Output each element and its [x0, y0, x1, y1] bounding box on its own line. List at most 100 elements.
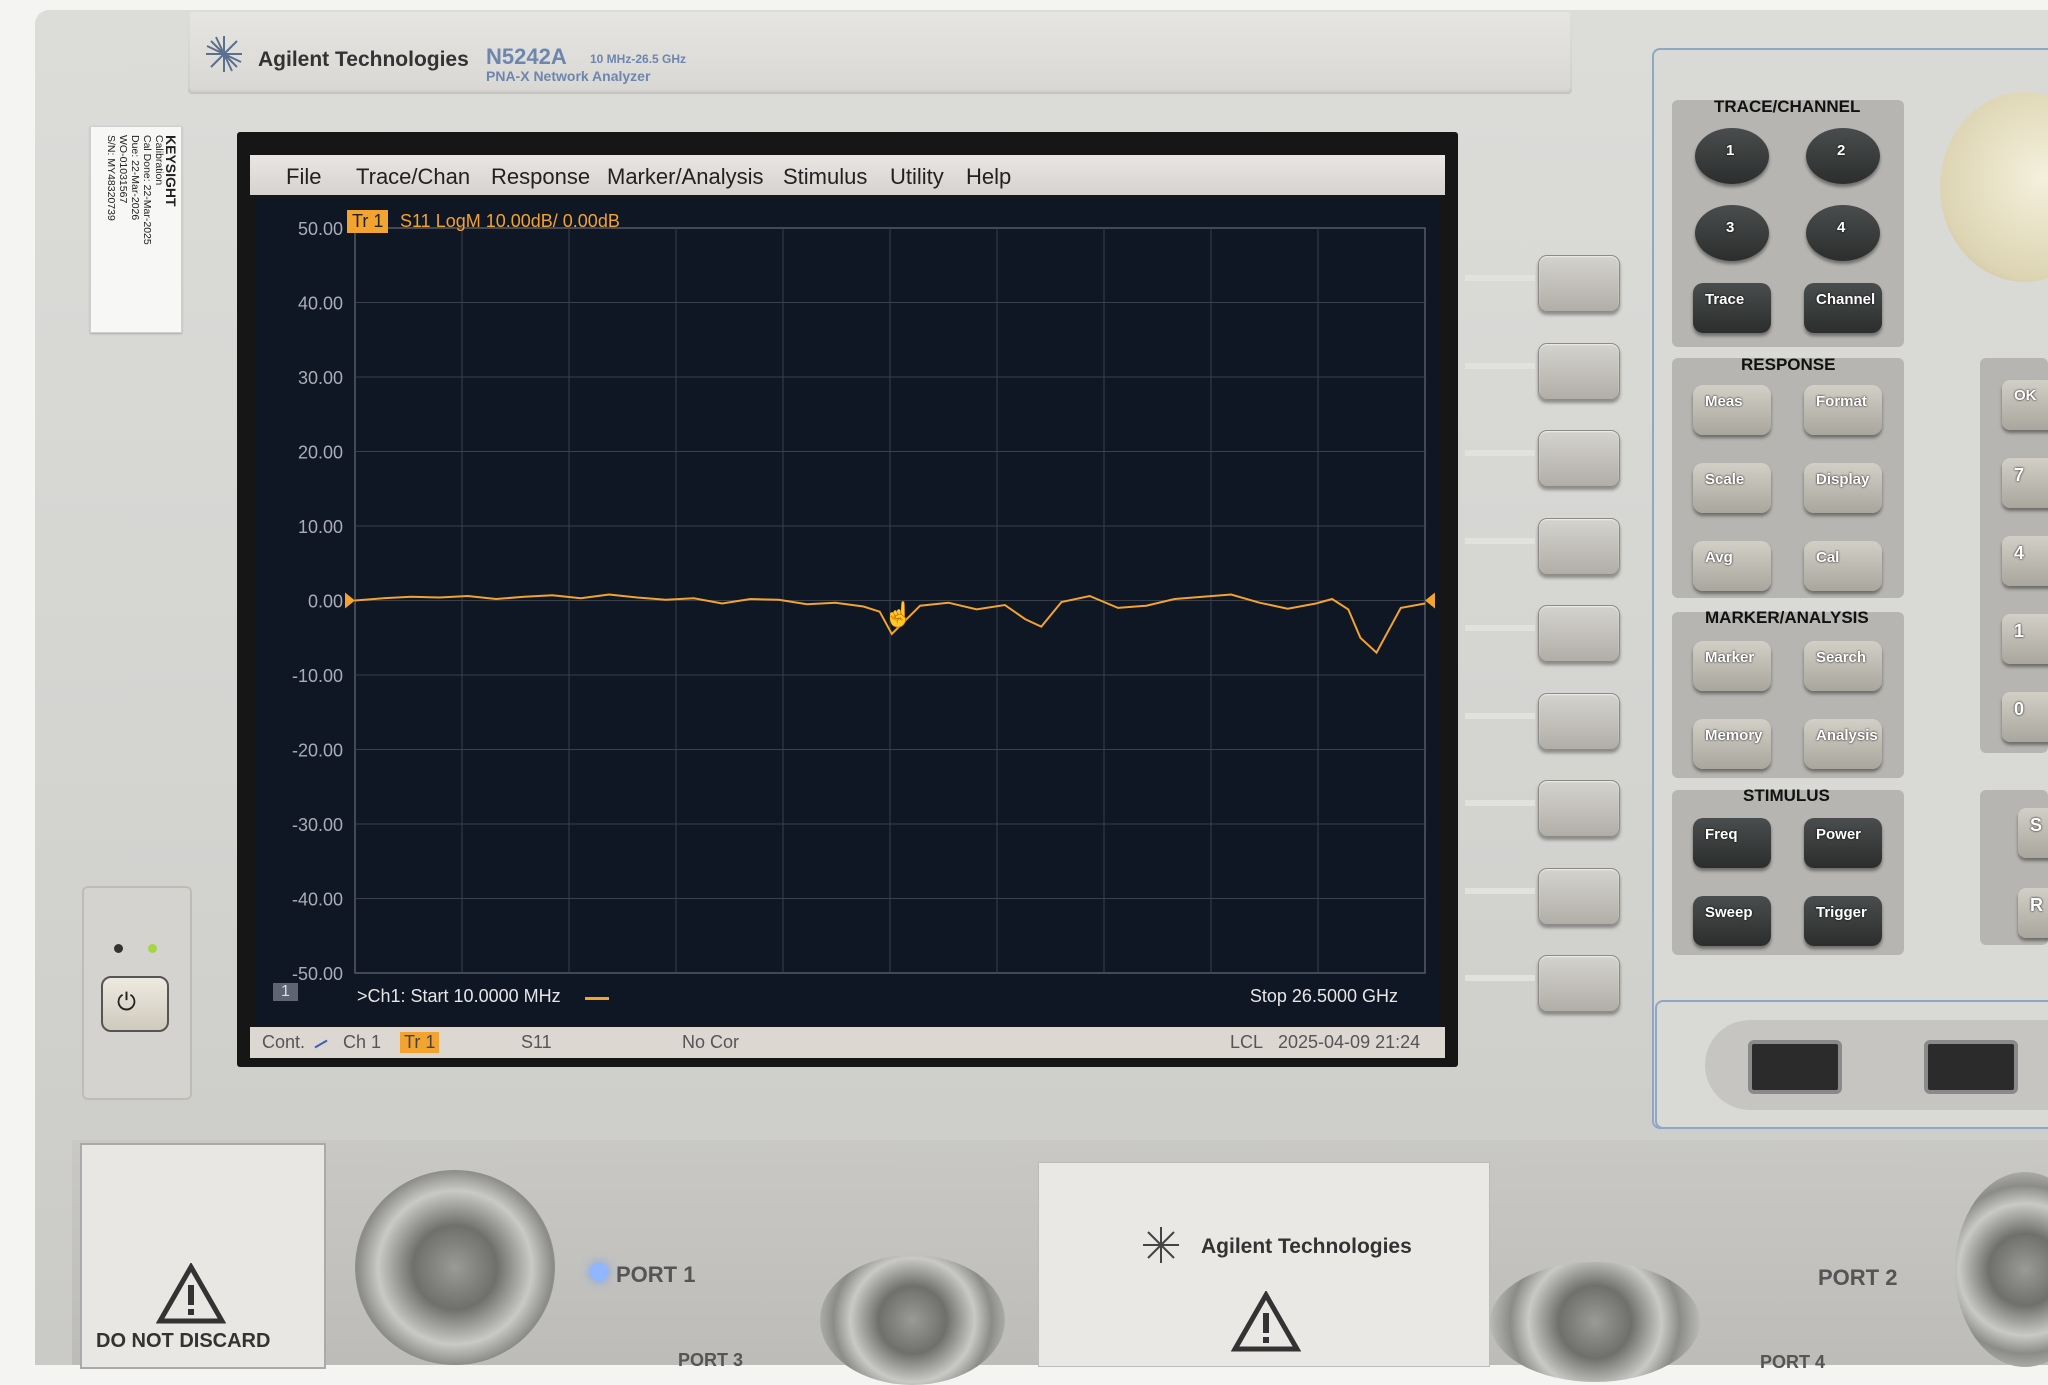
softkey-8[interactable]: [1538, 867, 1620, 925]
s11-data-point: [1040, 625, 1042, 628]
s11-data-point: [891, 633, 893, 635]
s11-data-point: [495, 598, 497, 600]
s11-data-point: [410, 596, 412, 598]
num-key-1[interactable]: 1: [2002, 614, 2048, 664]
num-key-0[interactable]: 0: [2002, 692, 2048, 742]
search-button[interactable]: Search: [1804, 641, 1882, 691]
menu-bar: File Trace/Chan Response Marker/Analysis…: [250, 155, 1445, 195]
softkey-ridge: [1465, 975, 1535, 981]
analysis-button[interactable]: Analysis: [1804, 719, 1882, 769]
s11-data-point: [749, 598, 752, 600]
y-tick-label: 20.00: [298, 443, 343, 463]
menu-marker-analysis[interactable]: Marker/Analysis: [607, 164, 763, 190]
port-1-connector[interactable]: [355, 1170, 555, 1365]
mouse-cursor-icon: ☝: [884, 600, 914, 629]
menu-help[interactable]: Help: [966, 164, 1011, 190]
format-button[interactable]: Format: [1804, 385, 1882, 435]
s11-data-point: [1400, 607, 1402, 609]
s11-data-point: [834, 602, 836, 604]
trace-key-1[interactable]: 1: [1695, 128, 1769, 184]
s11-data-point: [1202, 596, 1204, 598]
power-icon: ⏻: [117, 989, 136, 1016]
status-trace[interactable]: Tr 1: [400, 1032, 440, 1053]
s11-data-point: [1359, 637, 1361, 639]
port-3-label: PORT 3: [678, 1350, 744, 1370]
softkey-5[interactable]: [1538, 605, 1620, 662]
cal-button[interactable]: Cal: [1804, 541, 1882, 591]
frequency-range: 10 MHz-26.5 GHz: [590, 52, 687, 66]
memory-button[interactable]: Memory: [1693, 719, 1771, 769]
power-button-stimulus[interactable]: Power: [1804, 818, 1882, 868]
menu-response[interactable]: Response: [491, 164, 590, 190]
menu-utility[interactable]: Utility: [890, 164, 944, 190]
y-tick-label: -40.00: [292, 890, 343, 910]
extra-key-s[interactable]: S: [2018, 808, 2048, 858]
softkey-3[interactable]: [1538, 430, 1620, 487]
s11-data-point: [580, 597, 582, 599]
scale-button[interactable]: Scale: [1693, 463, 1771, 513]
menu-trace-chan[interactable]: Trace/Chan: [356, 164, 470, 190]
status-parameter[interactable]: S11: [521, 1032, 552, 1053]
menu-file[interactable]: File: [286, 164, 321, 190]
softkey-7[interactable]: [1538, 780, 1620, 837]
softkey-6[interactable]: [1538, 692, 1620, 750]
trace-badge[interactable]: Tr 1: [347, 210, 389, 233]
display-button[interactable]: Display: [1804, 463, 1882, 513]
s11-data-point: [1004, 604, 1006, 606]
port-4-connector[interactable]: [1490, 1262, 1700, 1382]
model-subtitle: PNA-X Network Analyzer: [486, 68, 651, 84]
softkey-ridge: [1465, 450, 1535, 456]
trace-key-2[interactable]: 2: [1806, 128, 1880, 184]
model-number: N5242A: [486, 44, 567, 69]
port-1-label: PORT 1: [616, 1262, 696, 1287]
s11-data-point: [1060, 601, 1063, 603]
marker-button[interactable]: Marker: [1693, 641, 1771, 691]
sticker-serial: S/N: MY48320739: [105, 135, 117, 221]
ok-key[interactable]: OK: [2002, 380, 2048, 430]
sticker-due-label: Due:: [129, 135, 141, 158]
softkey-4[interactable]: [1538, 517, 1620, 575]
meas-button[interactable]: Meas: [1693, 385, 1771, 435]
s11-data-point: [976, 608, 978, 611]
port-3-connector[interactable]: [820, 1255, 1005, 1385]
sticker-company: KEYSIGHT: [163, 135, 179, 207]
y-tick-label: 50.00: [298, 219, 343, 239]
freq-button[interactable]: Freq: [1693, 818, 1771, 868]
softkey-2[interactable]: [1538, 342, 1620, 400]
sticker-heading: Calibration: [153, 135, 165, 186]
y-tick-label: -50.00: [292, 964, 343, 984]
trace-key-3[interactable]: 3: [1695, 205, 1769, 261]
trace-button[interactable]: Trace: [1693, 283, 1771, 333]
s11-data-point: [1287, 608, 1289, 610]
menu-stimulus[interactable]: Stimulus: [783, 164, 867, 190]
s11-data-point: [438, 596, 441, 599]
extra-key-r[interactable]: R: [2018, 888, 2048, 938]
softkey-ridge: [1465, 275, 1535, 281]
s11-data-point: [551, 594, 554, 596]
avg-button[interactable]: Avg: [1693, 541, 1771, 591]
sweep-button[interactable]: Sweep: [1693, 896, 1771, 946]
channel-button[interactable]: Channel: [1804, 283, 1882, 333]
usb-port-1[interactable]: [1748, 1040, 1842, 1094]
y-tick-label: 10.00: [298, 517, 343, 537]
s11-data-point: [1117, 607, 1119, 609]
num-key-4[interactable]: 4: [2002, 536, 2048, 586]
ref-marker-right: [1425, 592, 1435, 609]
power-led: [148, 944, 157, 953]
s11-data-point: [636, 596, 638, 599]
softkey-1[interactable]: [1538, 255, 1620, 312]
status-bar: Cont. Ch 1 Tr 1 S11 No Cor LCL 2025-04-0…: [250, 1027, 1445, 1058]
s11-data-point: [693, 597, 695, 599]
status-channel[interactable]: Ch 1: [343, 1032, 381, 1053]
trigger-button[interactable]: Trigger: [1804, 896, 1882, 946]
usb-port-2[interactable]: [1924, 1040, 2018, 1094]
num-key-7[interactable]: 7: [2002, 458, 2048, 508]
sweep-mode[interactable]: Cont.: [262, 1032, 305, 1053]
status-correction[interactable]: No Cor: [682, 1032, 739, 1053]
group-title-trace-channel: TRACE/CHANNEL: [1714, 97, 1861, 116]
softkey-ridge: [1465, 537, 1535, 544]
power-button[interactable]: ⏻: [101, 976, 169, 1032]
trace-key-4[interactable]: 4: [1806, 205, 1880, 261]
softkey-9[interactable]: [1538, 955, 1620, 1012]
warning-triangle-icon-2: [1231, 1291, 1301, 1352]
